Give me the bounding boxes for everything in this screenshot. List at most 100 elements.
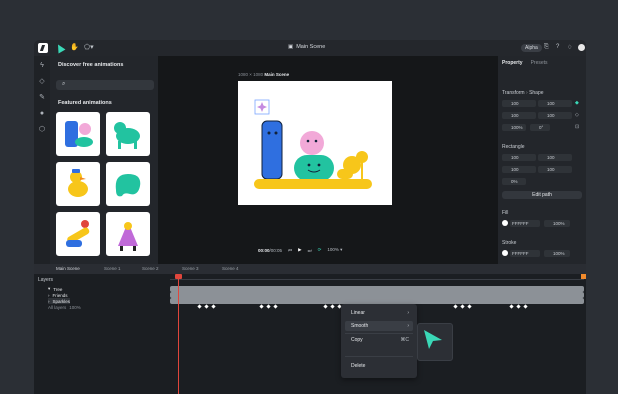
shapes-thumbnail xyxy=(66,220,90,247)
animation-card[interactable] xyxy=(56,162,100,206)
rectangle-title: Rectangle xyxy=(502,144,525,150)
avatar[interactable] xyxy=(578,44,585,51)
menu-label: Delete xyxy=(351,363,366,369)
keyframe-marker[interactable] xyxy=(273,304,278,309)
artboard-size: 1080 × 1080 xyxy=(238,72,264,77)
keyframe-marker[interactable] xyxy=(323,304,328,309)
corner-radius-field[interactable]: 0% xyxy=(502,178,526,185)
help-icon[interactable]: ? xyxy=(556,44,559,50)
app-logo-icon[interactable] xyxy=(38,43,48,53)
artboard[interactable] xyxy=(238,81,392,205)
skip-back-icon[interactable]: ⏮ xyxy=(288,248,292,253)
transform-title: Transform › Shape xyxy=(502,90,544,96)
height-field[interactable]: 100 xyxy=(538,112,572,119)
fill-opacity-field[interactable]: 100% xyxy=(544,220,570,227)
edit-path-button[interactable]: Edit path xyxy=(502,191,582,199)
rotation-field[interactable]: 0° xyxy=(530,124,550,131)
tab-scene-2[interactable]: Scene 2 xyxy=(142,266,159,271)
timeline-ruler[interactable] xyxy=(170,276,584,280)
y-field[interactable]: 100 xyxy=(538,100,572,107)
scene-title: ▣ Main Scene xyxy=(288,44,325,50)
circle-icon[interactable]: ● xyxy=(38,110,46,118)
discover-title: Discover free animations xyxy=(58,62,124,68)
keyframe-marker[interactable] xyxy=(523,304,528,309)
blob-thumbnail xyxy=(115,174,141,197)
tab-scene-1[interactable]: Scene 1 xyxy=(104,266,121,271)
bolt-icon[interactable]: ϟ xyxy=(38,62,46,70)
keyframe-marker[interactable] xyxy=(197,304,202,309)
play-icon[interactable]: ▶ xyxy=(298,247,301,253)
scale-field[interactable]: 100% xyxy=(502,124,526,131)
select-tool-icon[interactable] xyxy=(54,42,66,54)
layer-label: Sparkles xyxy=(52,298,71,304)
keyframe-marker[interactable] xyxy=(259,304,264,309)
share-icon[interactable]: ⎘ xyxy=(544,44,549,51)
width-field[interactable]: 100 xyxy=(502,112,536,119)
bell-icon[interactable]: ♢ xyxy=(567,44,572,51)
zoom-value: 100% xyxy=(327,247,339,252)
playhead[interactable] xyxy=(178,274,179,394)
rect-y-field[interactable]: 100 xyxy=(538,166,572,173)
shapes-icon[interactable]: ◇ xyxy=(38,78,46,86)
layer-all[interactable]: All layers 100% xyxy=(48,304,81,310)
animation-card[interactable] xyxy=(106,112,150,156)
keyframe-icon[interactable]: ◆ xyxy=(575,100,579,106)
keyframe-marker[interactable] xyxy=(330,304,335,309)
tab-main-scene[interactable]: Main Scene xyxy=(56,266,80,271)
stroke-title: Stroke xyxy=(502,240,517,246)
keyframe-marker[interactable] xyxy=(509,304,514,309)
pen-icon[interactable]: ✎ xyxy=(38,94,46,102)
loop-icon[interactable]: ⟳ xyxy=(318,247,322,253)
duck-thumbnail xyxy=(68,169,88,197)
keyframe-marker[interactable] xyxy=(516,304,521,309)
hand-tool-icon[interactable]: ✋ xyxy=(70,43,79,51)
rect-width-field[interactable]: 100 xyxy=(502,154,536,161)
expand-icon: › xyxy=(48,298,50,304)
editor-window: ✋ ⬠▾ ▣ Main Scene Alpha ⎘ ? ♢ ϟ ◇ ✎ ● ⬡ … xyxy=(34,40,586,394)
keyframe-marker[interactable] xyxy=(467,304,472,309)
align-icon[interactable]: ⊡ xyxy=(575,124,579,130)
rect-height-field[interactable]: 100 xyxy=(538,154,572,161)
menu-item-linear[interactable]: Linear › xyxy=(345,308,413,318)
tab-scene-4[interactable]: Scene 4 xyxy=(222,266,239,271)
search-input[interactable]: ⌕ xyxy=(56,80,154,90)
shortcut-label: ⌘C xyxy=(400,337,409,343)
animation-card[interactable] xyxy=(56,112,100,156)
shape-tool-icon[interactable]: ⬠▾ xyxy=(84,43,94,51)
keyframe-marker[interactable] xyxy=(211,304,216,309)
timeline-panel: Layers ▾ Tree › Friends › Sparkles All laye… xyxy=(34,274,586,394)
fill-color-field[interactable]: FFFFFF xyxy=(510,220,540,227)
skip-forward-icon[interactable]: ⏭ xyxy=(308,248,312,253)
animation-card[interactable] xyxy=(106,212,150,256)
stroke-swatch[interactable] xyxy=(502,250,508,256)
menu-item-smooth[interactable]: Smooth › xyxy=(345,321,413,331)
animation-card[interactable] xyxy=(106,162,150,206)
animation-card[interactable] xyxy=(56,212,100,256)
tab-presets[interactable]: Presets xyxy=(531,60,548,66)
keyframe-marker[interactable] xyxy=(266,304,271,309)
layer-label: All layers xyxy=(48,304,67,310)
layer-label: Friends xyxy=(52,292,68,298)
menu-item-copy[interactable]: Copy ⌘C xyxy=(345,335,413,345)
tool-rail: ϟ ◇ ✎ ● ⬡ xyxy=(34,56,50,264)
rect-x-field[interactable]: 100 xyxy=(502,166,536,173)
keyframe-marker[interactable] xyxy=(204,304,209,309)
fill-swatch[interactable] xyxy=(502,220,508,226)
tab-property[interactable]: Property xyxy=(502,60,523,66)
stroke-opacity-field[interactable]: 100% xyxy=(544,250,570,257)
zoom-select[interactable]: 100% ▾ xyxy=(327,247,342,253)
artboard-label: 1080 × 1080 Main Scene xyxy=(238,72,289,77)
x-field[interactable]: 100 xyxy=(502,100,536,107)
menu-item-delete[interactable]: Delete xyxy=(345,361,413,371)
keyframe-marker[interactable] xyxy=(460,304,465,309)
stroke-color-field[interactable]: FFFFFF xyxy=(510,250,540,257)
scene-title-label: Main Scene xyxy=(296,44,326,50)
easing-context-menu: Linear › Smooth › Copy ⌘C Delete xyxy=(341,304,417,378)
animations-panel: Discover free animations ⌕ Featured anim… xyxy=(50,56,158,264)
menu-label: Linear xyxy=(351,310,365,316)
tab-scene-3[interactable]: Scene 3 xyxy=(182,266,199,271)
keyframe-icon[interactable]: ◇ xyxy=(575,112,579,118)
plugin-icon[interactable]: ⬡ xyxy=(38,126,46,134)
keyframe-marker[interactable] xyxy=(453,304,458,309)
transform-sub: Shape xyxy=(529,90,544,96)
